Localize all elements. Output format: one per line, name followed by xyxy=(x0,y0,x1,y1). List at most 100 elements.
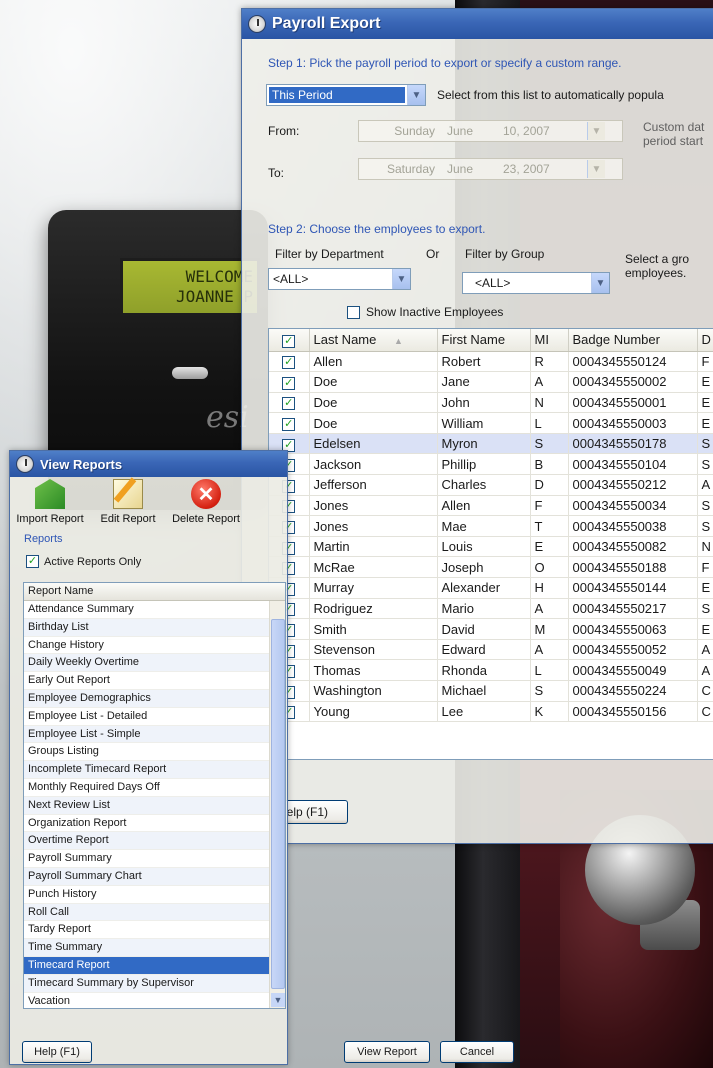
list-item[interactable]: Monthly Required Days Off xyxy=(24,779,285,797)
period-select-value: This Period xyxy=(269,87,405,103)
list-item[interactable]: Timecard Report xyxy=(24,956,285,975)
table-row[interactable]: ✓ Doe Jane A 0004345550002 E xyxy=(269,371,713,393)
select-all-header[interactable]: ✓ xyxy=(269,329,310,352)
list-item[interactable]: Birthday List xyxy=(24,618,285,637)
list-item[interactable]: Employee Demographics xyxy=(24,689,285,708)
table-row[interactable]: ✓ Stevenson Edward A 0004345550052 A xyxy=(269,639,713,661)
period-select[interactable]: This Period ▼ xyxy=(266,84,426,106)
table-row[interactable]: ✓ McRae Joseph O 0004345550188 F xyxy=(269,556,713,579)
badge-number-cell: 0004345550156 xyxy=(568,701,698,723)
list-item[interactable]: Roll Call xyxy=(24,903,285,922)
list-item[interactable]: Next Review List xyxy=(24,796,285,815)
edit-report-button[interactable]: Edit Report xyxy=(90,479,166,537)
import-report-button[interactable]: Import Report xyxy=(12,479,88,537)
list-item[interactable]: Daily Weekly Overtime xyxy=(24,654,285,673)
list-item[interactable]: Time Summary xyxy=(24,939,285,957)
to-date-dropdown-icon[interactable]: ▼ xyxy=(587,160,605,178)
report-list-scrollbar[interactable]: ▼ xyxy=(269,601,285,1008)
list-item[interactable]: Attendance Summary xyxy=(24,601,285,619)
group-select-value: <ALL> xyxy=(475,276,511,290)
show-inactive-check-box[interactable]: ✓ xyxy=(347,305,360,319)
first-name-cell: Edward xyxy=(437,639,531,661)
badge-number-cell: 0004345550104 xyxy=(568,453,698,476)
delete-report-button[interactable]: ✕ Delete Report xyxy=(168,479,244,537)
report-list-header[interactable]: Report Name xyxy=(24,583,285,601)
table-row[interactable]: ✓ Doe William L 0004345550003 E xyxy=(269,412,713,434)
cancel-button[interactable]: Cancel xyxy=(440,1041,514,1063)
last-name-cell: Edelsen xyxy=(309,433,438,455)
table-row[interactable]: ✓ Martin Louis E 0004345550082 N xyxy=(269,536,713,558)
department-cell: F xyxy=(697,556,713,579)
table-row[interactable]: ✓ Smith David M 0004345550063 E xyxy=(269,618,713,640)
check-icon[interactable]: ✓ xyxy=(282,418,296,432)
list-item[interactable]: Timecard Summary by Supervisor xyxy=(24,974,285,993)
to-date-picker[interactable]: Saturday June 23, 2007 ▼ xyxy=(358,158,623,180)
chevron-down-icon[interactable]: ▼ xyxy=(407,85,425,105)
mi-cell: S xyxy=(530,433,569,455)
row-select-checkbox[interactable]: ✓ xyxy=(269,351,310,373)
active-only-checkbox[interactable]: ✓ Active Reports Only xyxy=(26,555,141,568)
table-row[interactable]: ✓ Jefferson Charles D 0004345550212 A xyxy=(269,474,713,496)
column-header-mi[interactable]: MI xyxy=(530,329,569,352)
employee-grid[interactable]: ✓ Last Name ▲ First Name MI Badge Number… xyxy=(268,328,713,760)
table-row[interactable]: ✓ Murray Alexander H 0004345550144 E xyxy=(269,577,713,599)
scrollbar-thumb[interactable] xyxy=(271,619,285,989)
column-header-badge-number[interactable]: Badge Number xyxy=(568,329,698,352)
mi-cell: M xyxy=(530,618,569,640)
chevron-down-icon[interactable]: ▼ xyxy=(392,269,410,289)
first-name-cell: Joseph xyxy=(437,556,531,579)
table-row[interactable]: ✓ Allen Robert R 0004345550124 F xyxy=(269,351,713,373)
column-header-department[interactable]: D xyxy=(697,329,713,352)
list-item[interactable]: Payroll Summary Chart xyxy=(24,867,285,886)
list-item[interactable]: Payroll Summary xyxy=(24,850,285,868)
last-name-cell: Allen xyxy=(309,351,438,373)
table-row[interactable]: ✓ Rodriguez Mario A 0004345550217 S xyxy=(269,598,713,620)
from-date-dropdown-icon[interactable]: ▼ xyxy=(587,122,605,140)
list-item[interactable]: Early Out Report xyxy=(24,672,285,690)
table-row[interactable]: ✓ Young Lee K 0004345550156 C xyxy=(269,701,713,723)
table-row[interactable]: ✓ Washington Michael S 0004345550224 C xyxy=(269,680,713,702)
reports-help-button[interactable]: Help (F1) xyxy=(22,1041,92,1063)
column-header-last-name[interactable]: Last Name ▲ xyxy=(309,329,438,352)
list-item[interactable]: Organization Report xyxy=(24,815,285,833)
from-date-picker[interactable]: Sunday June 10, 2007 ▼ xyxy=(358,120,623,142)
show-inactive-checkbox[interactable]: ✓ Show Inactive Employees xyxy=(347,305,503,319)
group-select[interactable]: <ALL> ▼ xyxy=(462,272,610,294)
mi-cell: E xyxy=(530,536,569,558)
table-row[interactable]: ✓ Jackson Phillip B 0004345550104 S xyxy=(269,453,713,476)
row-select-checkbox[interactable]: ✓ xyxy=(269,371,310,393)
view-reports-titlebar[interactable]: View Reports xyxy=(10,451,287,477)
table-row[interactable]: ✓ Edelsen Myron S 0004345550178 S xyxy=(269,433,713,455)
row-select-checkbox[interactable]: ✓ xyxy=(269,392,310,414)
list-item[interactable]: Punch History xyxy=(24,886,285,904)
report-list[interactable]: Report Name Attendance Summary Birthday L… xyxy=(23,582,286,1009)
table-row[interactable]: ✓ Jones Mae T 0004345550038 S xyxy=(269,515,713,537)
list-item[interactable]: Employee List - Detailed xyxy=(24,708,285,726)
department-cell: C xyxy=(697,680,713,702)
list-item[interactable]: Tardy Report xyxy=(24,921,285,940)
table-row[interactable]: ✓ Thomas Rhonda L 0004345550049 A xyxy=(269,659,713,681)
list-item[interactable]: Overtime Report xyxy=(24,832,285,851)
from-label: From: xyxy=(268,124,300,138)
mi-cell: T xyxy=(530,515,569,537)
check-icon[interactable]: ✓ xyxy=(282,334,296,348)
check-icon[interactable]: ✓ xyxy=(282,356,296,370)
list-item[interactable]: Employee List - Simple xyxy=(24,725,285,744)
chevron-down-icon[interactable]: ▼ xyxy=(591,273,609,293)
department-select[interactable]: <ALL> ▼ xyxy=(268,268,411,290)
check-icon[interactable]: ✓ xyxy=(282,397,296,411)
list-item[interactable]: Vacation xyxy=(24,993,285,1008)
view-report-button[interactable]: View Report xyxy=(344,1041,430,1063)
list-item[interactable]: Incomplete Timecard Report xyxy=(24,761,285,779)
column-header-first-name[interactable]: First Name xyxy=(437,329,531,352)
list-item[interactable]: Change History xyxy=(24,637,285,655)
scroll-down-icon[interactable]: ▼ xyxy=(271,993,285,1007)
payroll-export-titlebar[interactable]: Payroll Export xyxy=(242,9,713,39)
table-row[interactable]: ✓ Jones Allen F 0004345550034 S xyxy=(269,495,713,517)
row-select-checkbox[interactable]: ✓ xyxy=(269,412,310,434)
check-icon[interactable]: ✓ xyxy=(26,555,39,568)
table-row[interactable]: ✓ Doe John N 0004345550001 E xyxy=(269,392,713,414)
list-item[interactable]: Groups Listing xyxy=(24,743,285,762)
check-icon[interactable]: ✓ xyxy=(282,376,296,390)
first-name-cell: Charles xyxy=(437,474,531,496)
